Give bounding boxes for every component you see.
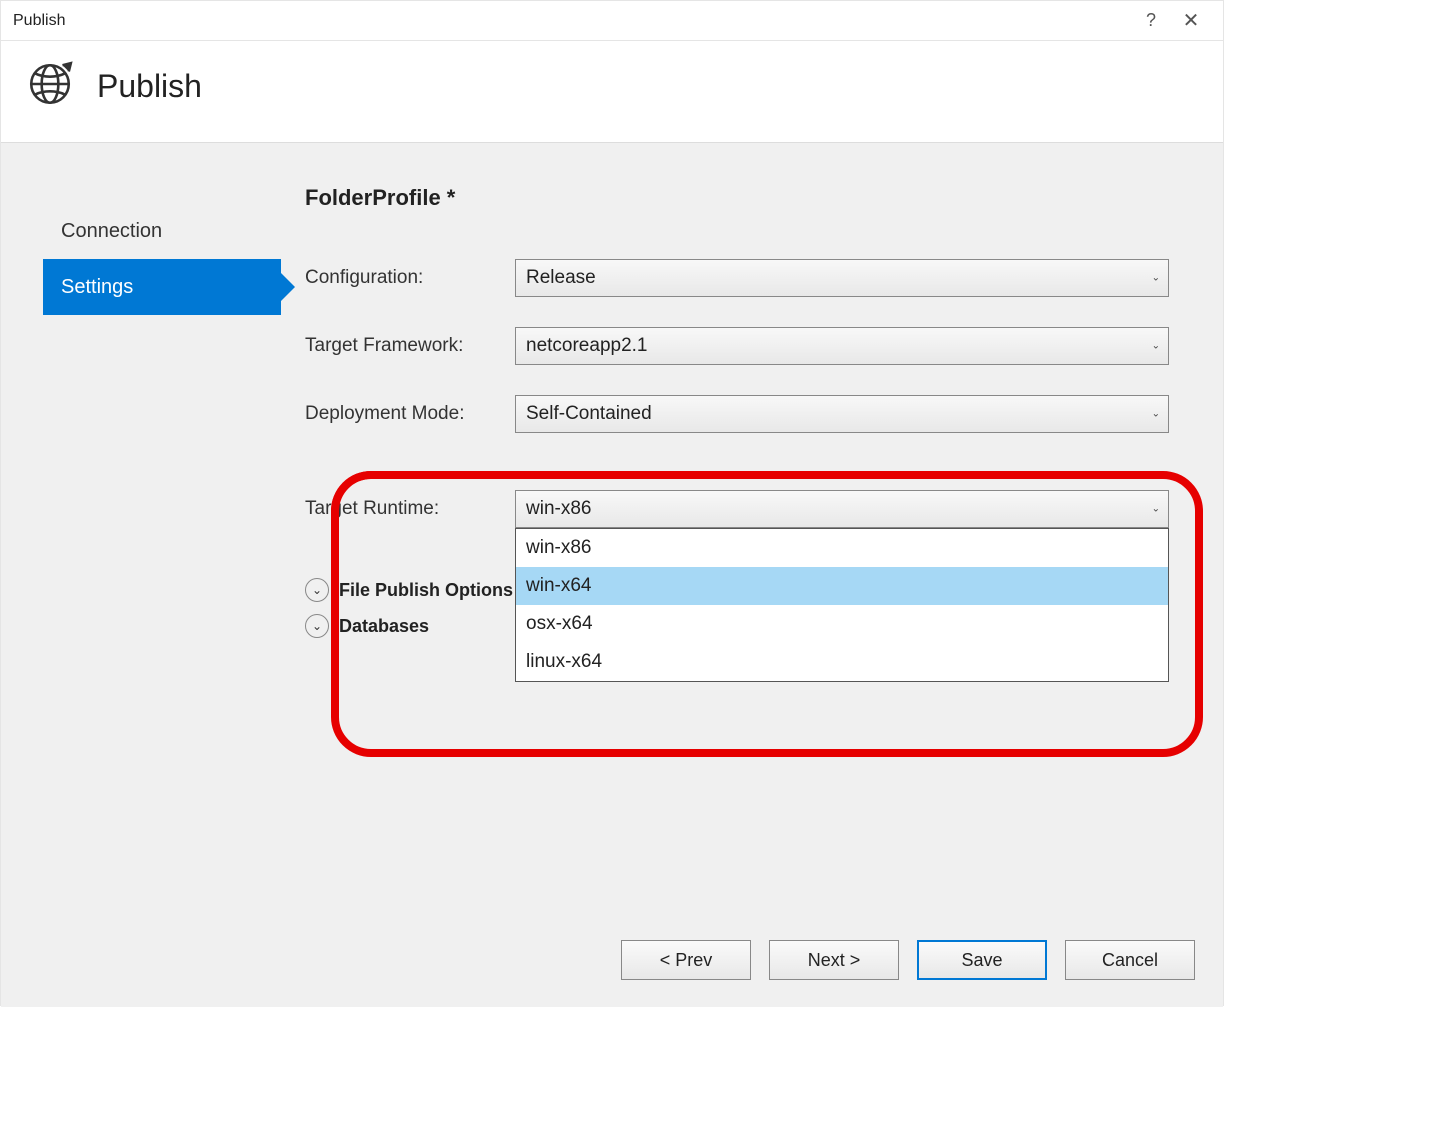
save-button[interactable]: Save [917,940,1047,980]
header-title: Publish [97,68,202,105]
sidebar-item-label: Settings [61,276,133,299]
option-win-x64[interactable]: win-x64 [516,567,1168,605]
label-target-runtime: Target Runtime: [305,498,515,520]
window-title: Publish [13,12,1131,30]
publish-dialog: Publish ? ✕ Publish Connection Settings [0,0,1224,1006]
dialog-header: Publish [1,41,1223,143]
row-deployment-mode: Deployment Mode: Self-Contained ⌄ [305,395,1199,433]
target-runtime-dropdown: win-x86 win-x64 osx-x64 linux-x64 [515,528,1169,682]
select-deployment-mode[interactable]: Self-Contained ⌄ [515,395,1169,433]
option-win-x86[interactable]: win-x86 [516,529,1168,567]
select-configuration[interactable]: Release ⌄ [515,259,1169,297]
select-value: Release [526,267,596,289]
label-configuration: Configuration: [305,267,515,289]
dialog-body: Connection Settings FolderProfile * Conf… [1,143,1223,1007]
titlebar: Publish ? ✕ [1,1,1223,41]
label-target-framework: Target Framework: [305,335,515,357]
label-deployment-mode: Deployment Mode: [305,403,515,425]
close-icon[interactable]: ✕ [1171,8,1211,33]
chevron-down-icon: ⌄ [305,578,329,602]
row-target-framework: Target Framework: netcoreapp2.1 ⌄ [305,327,1199,365]
row-target-runtime: Target Runtime: win-x86 ⌄ win-x86 win-x6… [305,490,1199,528]
globe-publish-icon [25,59,75,114]
chevron-down-icon: ⌄ [1152,341,1160,352]
main-panel: FolderProfile * Configuration: Release ⌄… [281,143,1223,1007]
dialog-footer: < Prev Next > Save Cancel [1,915,1223,1005]
sidebar-item-label: Connection [61,220,162,243]
row-configuration: Configuration: Release ⌄ [305,259,1199,297]
sidebar-item-settings[interactable]: Settings [43,259,281,315]
sidebar: Connection Settings [1,143,281,1007]
profile-title: FolderProfile * [305,185,1199,211]
option-osx-x64[interactable]: osx-x64 [516,605,1168,643]
chevron-down-icon: ⌄ [1152,273,1160,284]
expander-label: Databases [339,616,429,637]
option-linux-x64[interactable]: linux-x64 [516,643,1168,681]
expander-label: File Publish Options [339,580,513,601]
chevron-down-icon: ⌄ [305,614,329,638]
select-target-framework[interactable]: netcoreapp2.1 ⌄ [515,327,1169,365]
next-button[interactable]: Next > [769,940,899,980]
prev-button[interactable]: < Prev [621,940,751,980]
chevron-down-icon: ⌄ [1152,409,1160,420]
select-value: netcoreapp2.1 [526,335,648,357]
chevron-down-icon: ⌄ [1152,504,1160,515]
select-target-runtime[interactable]: win-x86 ⌄ [515,490,1169,528]
select-value: win-x86 [526,498,591,520]
sidebar-item-connection[interactable]: Connection [43,203,281,259]
select-value: Self-Contained [526,403,652,425]
cancel-button[interactable]: Cancel [1065,940,1195,980]
help-icon[interactable]: ? [1131,10,1171,31]
